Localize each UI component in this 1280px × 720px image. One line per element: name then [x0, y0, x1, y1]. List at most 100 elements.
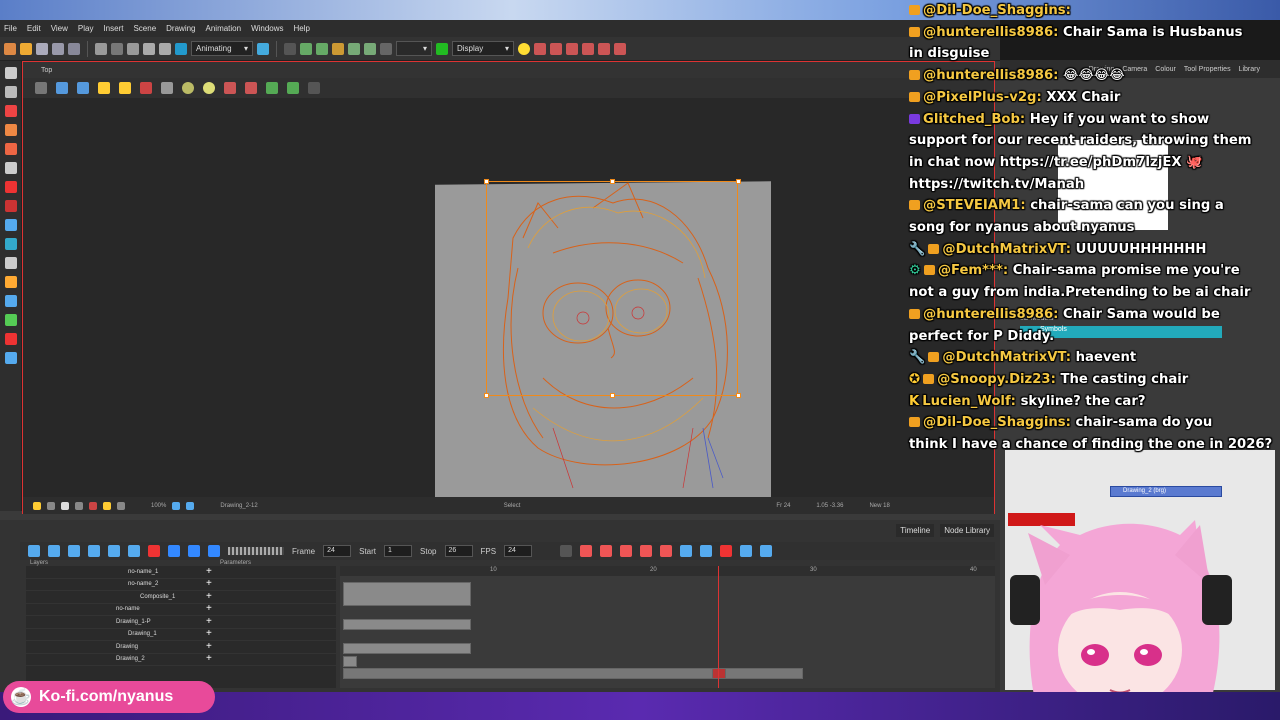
layer-row[interactable]: Drawing_1-P + [26, 616, 336, 629]
exposure-block[interactable] [343, 656, 357, 667]
bone-tool-icon[interactable] [4, 352, 17, 364]
flag-icon[interactable] [436, 42, 448, 55]
start-field[interactable]: 1 [384, 545, 413, 557]
layer-row[interactable]: Drawing_1 + [26, 629, 336, 641]
peg-icon[interactable] [550, 42, 562, 55]
select-tool-icon[interactable] [4, 67, 17, 79]
mode-dropdown[interactable]: Animating ▾ [191, 41, 253, 56]
menu-item-animation[interactable]: Animation [206, 24, 242, 33]
fit-icon[interactable] [175, 42, 187, 55]
grid-icon[interactable] [284, 42, 296, 55]
bulb-icon[interactable] [33, 501, 41, 510]
sound-icon[interactable] [208, 545, 220, 557]
playhead[interactable] [718, 566, 719, 688]
add-keyframe-icon[interactable]: + [206, 616, 212, 627]
hand-tool-icon[interactable] [4, 257, 17, 269]
tool-icon[interactable] [48, 545, 60, 557]
menu-item-edit[interactable]: Edit [27, 24, 41, 33]
grid-icon[interactable] [35, 82, 47, 94]
more-icon[interactable] [308, 82, 320, 94]
dropper-tool-icon[interactable] [4, 238, 17, 250]
tool-icon[interactable] [300, 42, 312, 55]
contour-tool-icon[interactable] [4, 86, 17, 98]
layer-row[interactable]: no-name + [26, 604, 336, 616]
tool-icon[interactable] [364, 42, 376, 55]
tool-icon[interactable] [380, 42, 392, 55]
list-icon[interactable] [257, 42, 269, 55]
peg-icon[interactable] [245, 82, 257, 94]
transform-handle[interactable] [610, 179, 615, 184]
drawing-node[interactable]: Drawing_2 (brg) [1110, 486, 1222, 497]
stop-field[interactable]: 26 [444, 545, 473, 557]
eraser-tool-icon[interactable] [4, 143, 17, 155]
menu-item-scene[interactable]: Scene [133, 24, 156, 33]
point-icon[interactable] [182, 82, 194, 94]
tool-icon[interactable] [128, 545, 140, 557]
save-all-icon[interactable] [52, 42, 64, 55]
menu-item-windows[interactable]: Windows [251, 24, 283, 33]
peg-icon[interactable] [287, 82, 299, 94]
tool-icon[interactable] [680, 545, 693, 557]
menu-item-help[interactable]: Help [294, 24, 310, 33]
current-frame-cell[interactable] [712, 668, 726, 679]
brush-icon[interactable] [140, 82, 152, 94]
layout-icon[interactable] [56, 82, 68, 94]
undo-icon[interactable] [95, 42, 107, 55]
peg-icon[interactable] [534, 42, 546, 55]
stamp-tool-icon[interactable] [4, 333, 17, 345]
tool-icon[interactable] [620, 545, 633, 557]
pen-icon[interactable] [161, 82, 173, 94]
open-icon[interactable] [20, 42, 32, 55]
exposure-block[interactable] [343, 582, 471, 606]
save-icon[interactable] [36, 42, 48, 55]
brush-tool-icon[interactable] [4, 105, 17, 117]
monitor-icon[interactable] [61, 501, 69, 510]
transform-handle[interactable] [736, 393, 741, 398]
add-keyframe-icon[interactable]: + [206, 579, 212, 589]
selection-bounding-box[interactable] [486, 181, 738, 396]
exposure-block[interactable] [343, 643, 471, 654]
tool-icon[interactable] [580, 545, 593, 557]
globe-icon[interactable] [186, 501, 195, 510]
tool-icon[interactable] [720, 545, 733, 557]
tool-icon[interactable] [75, 501, 83, 510]
menu-item-insert[interactable]: Insert [103, 24, 123, 33]
play-icon[interactable] [168, 545, 180, 557]
globe-icon[interactable] [172, 501, 181, 510]
menu-item-file[interactable]: File [4, 24, 17, 33]
add-keyframe-icon[interactable]: + [206, 629, 212, 639]
bulb-icon[interactable] [518, 42, 530, 55]
transform-handle[interactable] [484, 393, 489, 398]
add-keyframe-icon[interactable]: + [206, 566, 212, 577]
tool-icon[interactable] [103, 501, 111, 510]
peg-icon[interactable] [266, 82, 278, 94]
transform-handle[interactable] [484, 179, 489, 184]
transform-handle[interactable] [610, 393, 615, 398]
paste-icon[interactable] [159, 42, 171, 55]
lock-icon[interactable] [98, 82, 110, 94]
frames-grid[interactable]: 10 20 30 40 [340, 566, 995, 688]
tool-icon[interactable] [760, 545, 773, 557]
peg-icon[interactable] [582, 42, 594, 55]
peg-icon[interactable] [224, 82, 236, 94]
tool-icon[interactable] [600, 545, 613, 557]
add-keyframe-icon[interactable]: + [206, 604, 212, 614]
copy-icon[interactable] [143, 42, 155, 55]
view-icon[interactable] [77, 82, 89, 94]
layer-row[interactable]: Drawing + [26, 641, 336, 654]
layer-row[interactable]: no-name_1 + [26, 566, 336, 579]
kofi-banner[interactable]: ☕ Ko-fi.com/nyanus [3, 681, 215, 713]
cutter-tool-icon[interactable] [4, 295, 17, 307]
record-icon[interactable] [148, 545, 160, 557]
frame-field[interactable]: 24 [323, 545, 352, 557]
paint-tool-icon[interactable] [4, 219, 17, 231]
playback-speed-slider[interactable] [228, 547, 284, 555]
add-keyframe-icon[interactable]: + [206, 654, 212, 664]
tool-icon[interactable] [640, 545, 653, 557]
fps-field[interactable]: 24 [504, 545, 533, 557]
layer-row[interactable]: Drawing_2 + [26, 654, 336, 666]
peg-icon[interactable] [566, 42, 578, 55]
tool-icon[interactable] [108, 545, 120, 557]
exposure-block[interactable] [343, 668, 803, 679]
display-dropdown[interactable]: Display ▾ [452, 41, 514, 56]
